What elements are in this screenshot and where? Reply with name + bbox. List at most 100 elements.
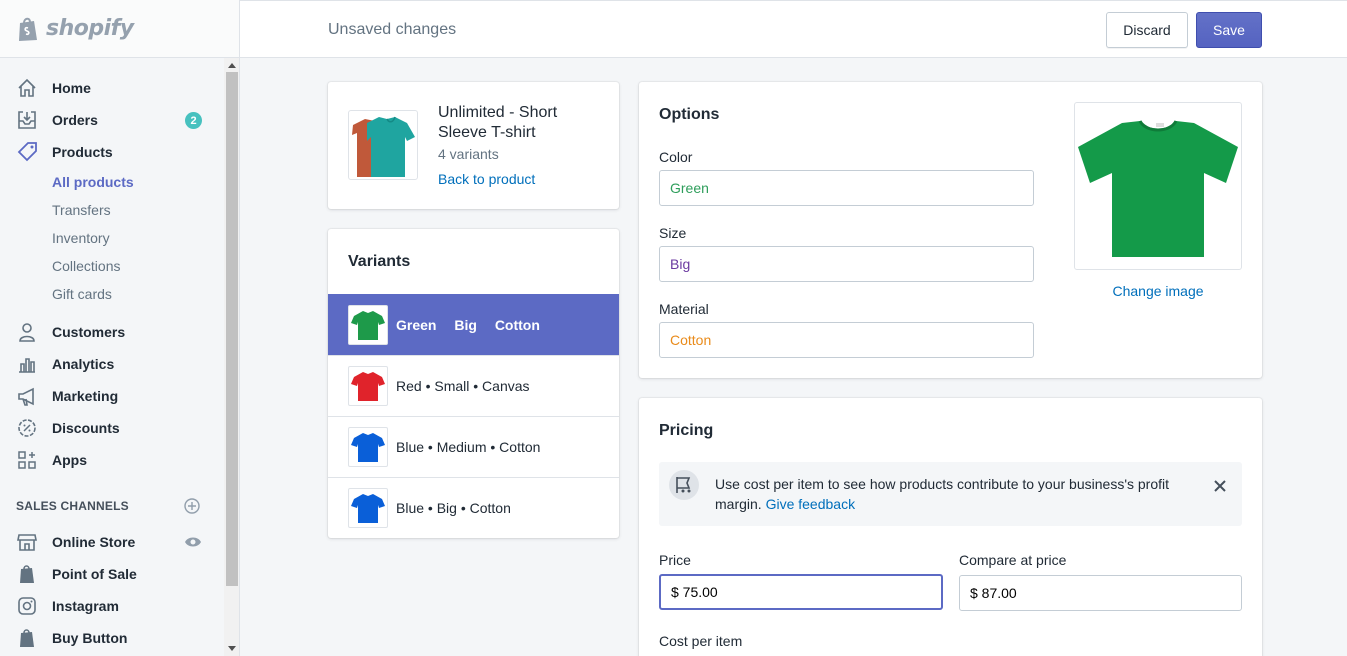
option-size: Big: [454, 316, 477, 333]
variant-image[interactable]: [1074, 102, 1242, 270]
nav-label: Home: [52, 80, 91, 96]
scroll-up-arrow-icon[interactable]: [228, 63, 236, 68]
variant-thumbnail: [348, 366, 388, 406]
variant-thumbnail: [348, 304, 388, 345]
shopify-bag-icon: [19, 17, 37, 41]
brand-name: shopify: [46, 16, 134, 41]
nav-item-orders[interactable]: Orders 2: [0, 104, 224, 136]
price-input[interactable]: [659, 574, 943, 610]
variant-row[interactable]: Blue • Medium • Cotton: [328, 416, 619, 477]
sidebar-item-inventory[interactable]: Inventory: [0, 224, 224, 252]
nav-label: Instagram: [52, 598, 119, 614]
apps-icon: [16, 449, 38, 471]
scrollbar-thumb[interactable]: [226, 72, 238, 586]
orders-icon: [16, 109, 38, 131]
nav-item-apps[interactable]: Apps: [0, 444, 224, 476]
scroll-down-arrow-icon[interactable]: [228, 646, 236, 651]
discard-button[interactable]: Discard: [1106, 12, 1188, 48]
pricing-card: Pricing Use cost per item to see how pro…: [639, 398, 1262, 656]
compare-at-price-input[interactable]: [959, 575, 1242, 611]
back-to-product-link[interactable]: Back to product: [438, 171, 535, 187]
nav-label: Point of Sale: [52, 566, 137, 582]
sidebar-item-gift-cards[interactable]: Gift cards: [0, 280, 224, 308]
contextual-save-bar: Unsaved changes Discard Save: [240, 0, 1347, 58]
eye-icon[interactable]: [184, 535, 202, 549]
tag-icon: [16, 141, 38, 163]
nav-item-home[interactable]: Home: [0, 72, 224, 104]
orders-count-badge: 2: [185, 112, 202, 129]
close-icon[interactable]: [1212, 478, 1228, 494]
cost-per-item-label: Cost per item: [659, 633, 743, 649]
nav-item-instagram[interactable]: Instagram: [0, 590, 224, 622]
nav-item-customers[interactable]: Customers: [0, 316, 224, 348]
nav-label: Online Store: [52, 534, 136, 550]
store-icon: [16, 531, 38, 553]
pricing-title: Pricing: [659, 422, 714, 439]
variants-card: Variants Green Big Cotton Red • Small • …: [328, 229, 619, 538]
selected-variant-label: Green Big Cotton: [396, 317, 554, 333]
options-card: Options Color Size Material Change image: [639, 82, 1262, 378]
main-nav: Home Orders 2 Products All products Tran…: [0, 72, 224, 654]
variant-label: Blue • Medium • Cotton: [396, 439, 541, 455]
variant-thumbnail: [348, 427, 388, 467]
nav-label: Products: [52, 144, 113, 160]
material-input[interactable]: [659, 322, 1034, 358]
nav-item-products[interactable]: Products: [0, 136, 224, 168]
nav-label: Marketing: [52, 388, 119, 404]
sidebar: shopify Home Orders 2 Products All produ…: [0, 0, 240, 656]
size-label: Size: [659, 225, 687, 241]
nav-item-buy-button[interactable]: Buy Button: [0, 622, 224, 654]
megaphone-icon: [16, 385, 38, 407]
nav-label: Customers: [52, 324, 126, 340]
compare-at-price-label: Compare at price: [959, 552, 1067, 568]
nav-item-analytics[interactable]: Analytics: [0, 348, 224, 380]
variant-row-selected[interactable]: Green Big Cotton: [328, 294, 619, 355]
variant-label: Red • Small • Canvas: [396, 378, 530, 394]
size-input[interactable]: [659, 246, 1034, 282]
option-color: Green: [396, 316, 437, 333]
section-label: SALES CHANNELS: [16, 499, 129, 513]
nav-item-discounts[interactable]: Discounts: [0, 412, 224, 444]
instagram-icon: [16, 595, 38, 617]
nav-item-marketing[interactable]: Marketing: [0, 380, 224, 412]
shopify-bag-icon: [16, 563, 38, 585]
nav-item-online-store[interactable]: Online Store: [0, 526, 224, 558]
variant-thumbnail: [348, 488, 388, 528]
sidebar-scrollbar[interactable]: [224, 58, 239, 656]
unsaved-changes-label: Unsaved changes: [328, 21, 457, 38]
sidebar-item-transfers[interactable]: Transfers: [0, 196, 224, 224]
price-label: Price: [659, 552, 691, 568]
variant-count: 4 variants: [438, 146, 499, 162]
nav-label: Orders: [52, 112, 98, 128]
nav-label: Buy Button: [52, 630, 128, 646]
bar-chart-icon: [16, 353, 38, 375]
nav-item-point-of-sale[interactable]: Point of Sale: [0, 558, 224, 590]
give-feedback-link[interactable]: Give feedback: [766, 496, 856, 512]
person-icon: [16, 321, 38, 343]
material-label: Material: [659, 301, 709, 317]
discount-icon: [16, 417, 38, 439]
color-input[interactable]: [659, 170, 1034, 206]
nav-label: Apps: [52, 452, 87, 468]
product-thumbnail: [348, 110, 418, 180]
option-material: Cotton: [494, 316, 540, 333]
shopify-bag-icon: [16, 627, 38, 649]
cost-feedback-banner: Use cost per item to see how products co…: [659, 462, 1242, 526]
save-button[interactable]: Save: [1196, 12, 1262, 48]
variant-row[interactable]: Blue • Big • Cotton: [328, 477, 619, 538]
nav-label: Analytics: [52, 356, 115, 372]
product-summary-card: Unlimited - Short Sleeve T-shirt 4 varia…: [328, 82, 619, 209]
add-channel-icon[interactable]: [184, 498, 200, 514]
change-image-link[interactable]: Change image: [1074, 283, 1242, 299]
variant-label: Blue • Big • Cotton: [396, 500, 511, 516]
sidebar-item-collections[interactable]: Collections: [0, 252, 224, 280]
nav-label: Discounts: [52, 420, 120, 436]
logo[interactable]: shopify: [0, 0, 239, 58]
sidebar-item-all-products[interactable]: All products: [0, 168, 224, 196]
color-label: Color: [659, 149, 693, 165]
banner-text: Use cost per item to see how products co…: [715, 474, 1195, 514]
variant-row[interactable]: Red • Small • Canvas: [328, 355, 619, 416]
sales-channels-heading: SALES CHANNELS: [0, 486, 224, 526]
home-icon: [16, 77, 38, 99]
options-title: Options: [659, 106, 720, 123]
